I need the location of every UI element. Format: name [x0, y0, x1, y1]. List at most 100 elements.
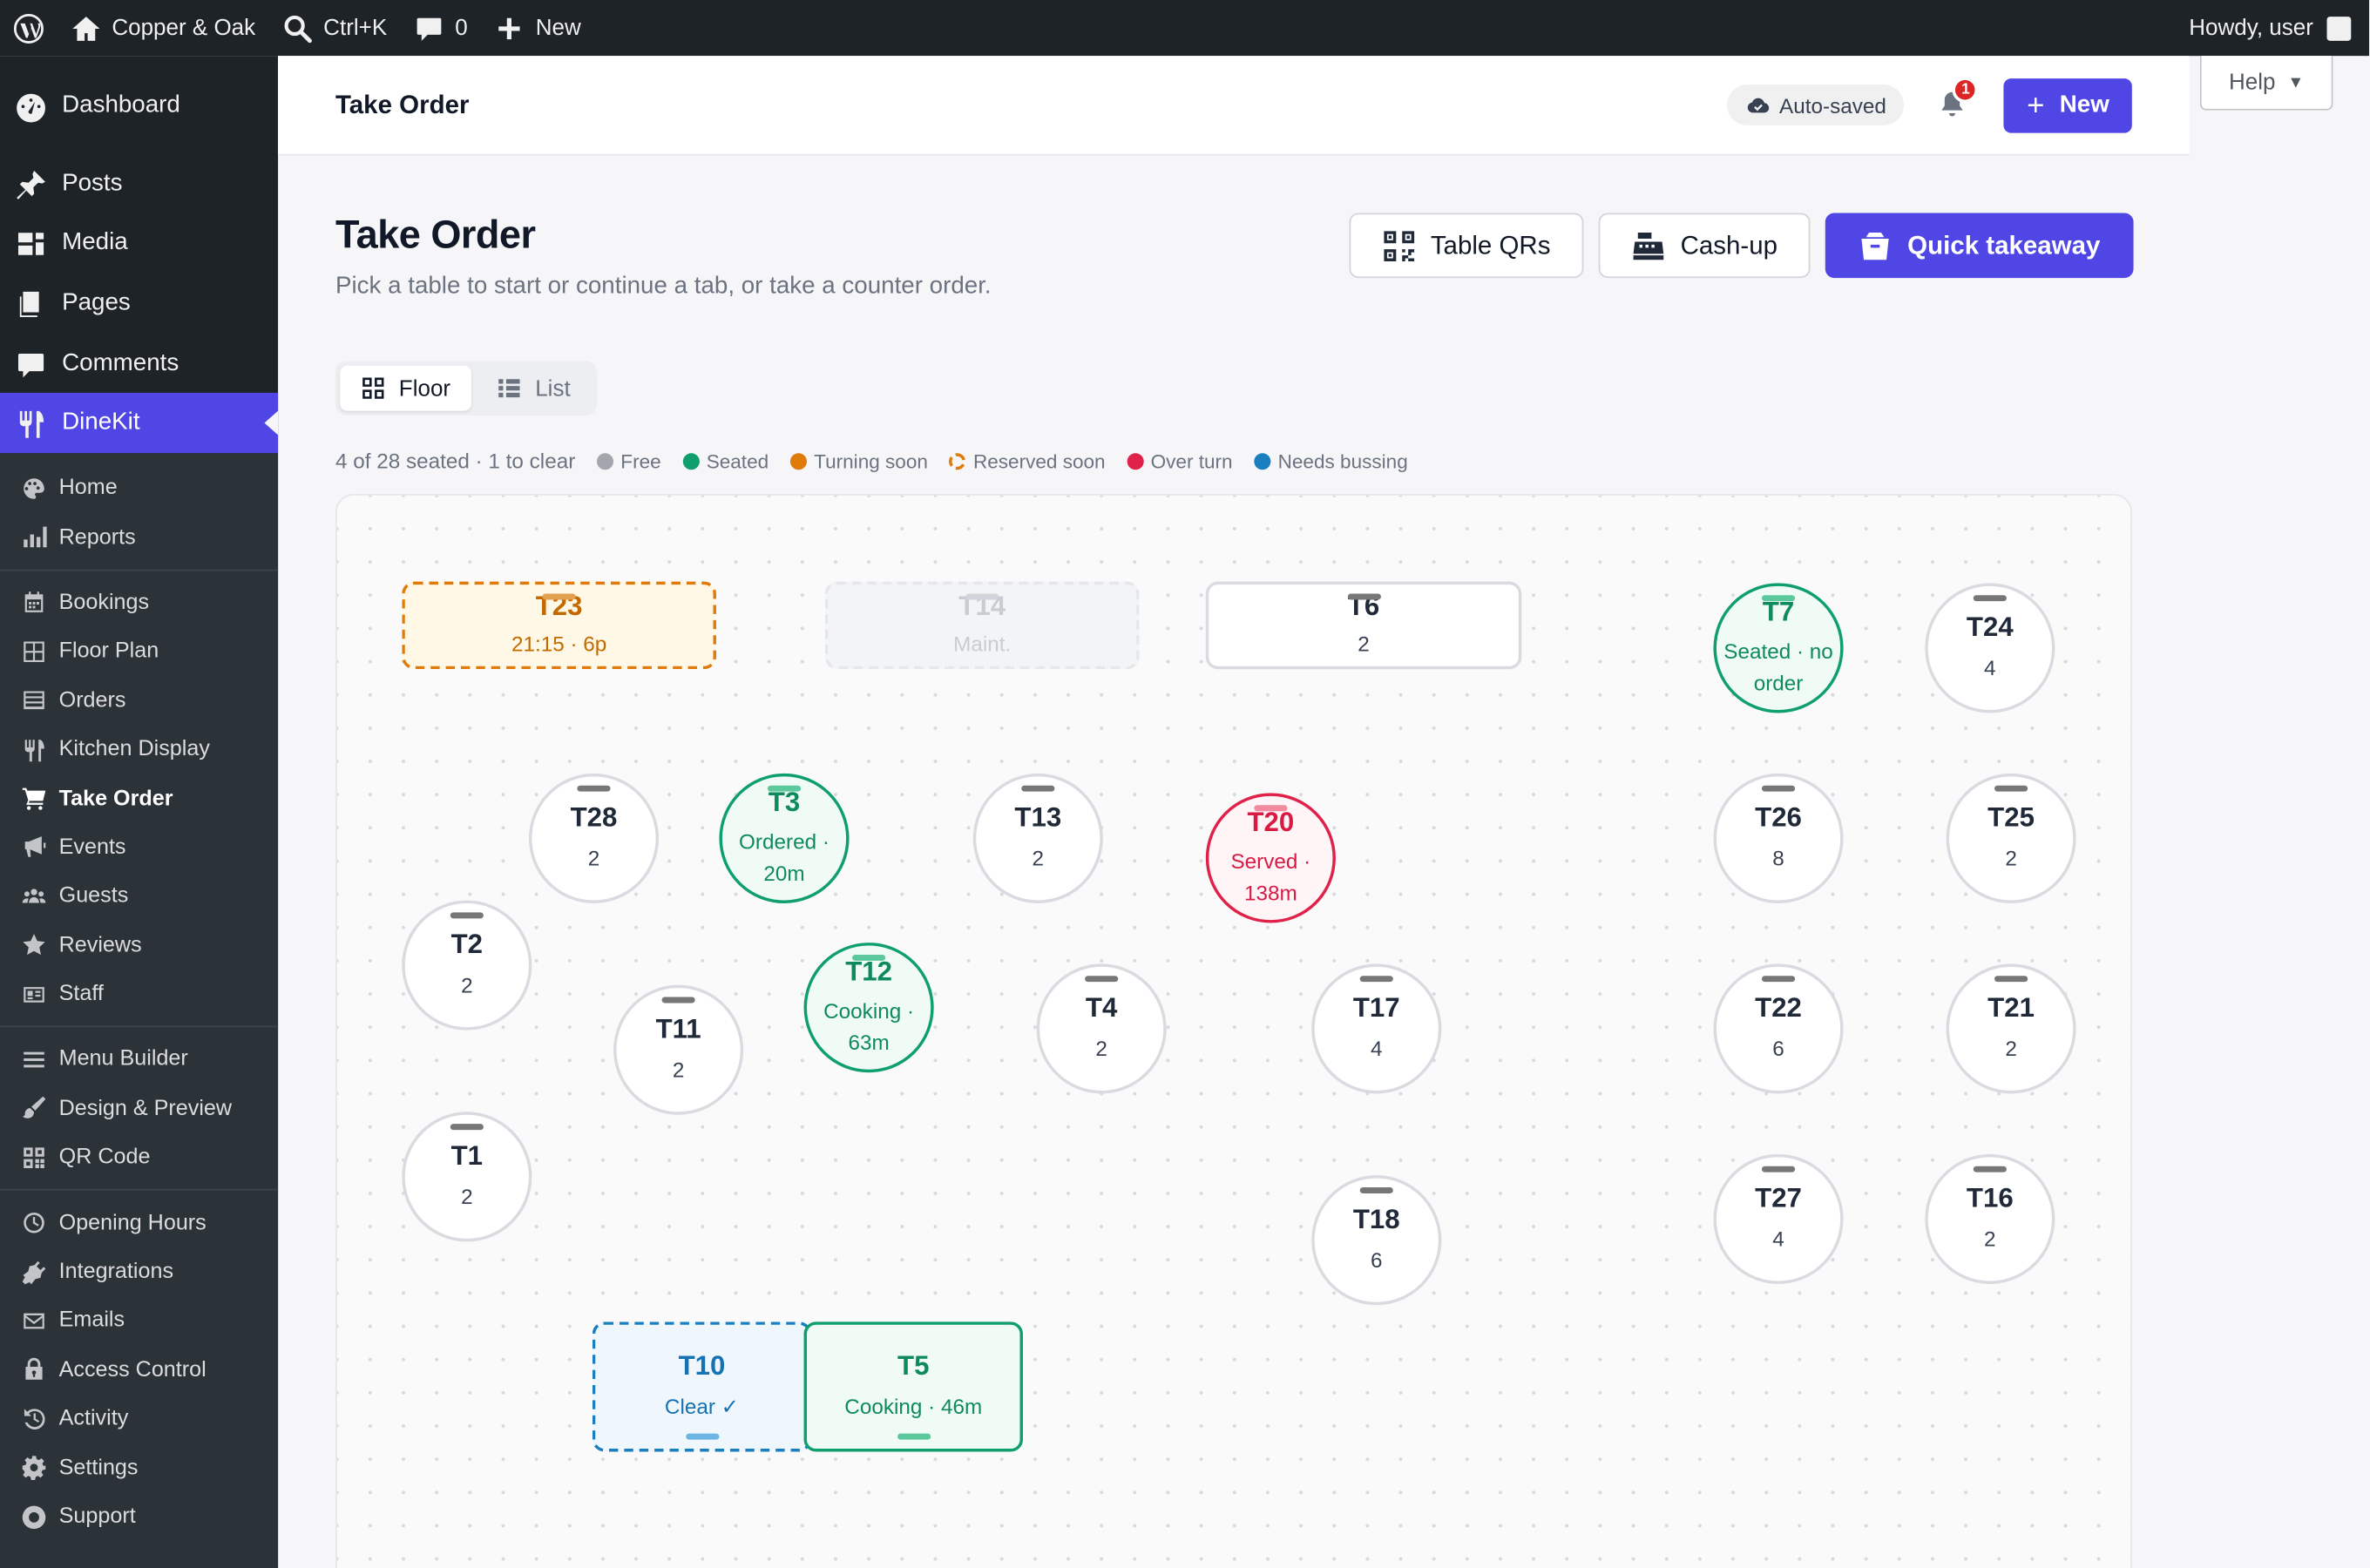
table-name: T1 — [450, 1139, 484, 1171]
table-t21[interactable]: T21 2 — [1946, 963, 2076, 1094]
submenu-item-label: Take Order — [58, 786, 173, 811]
table-t18[interactable]: T18 6 — [1311, 1175, 1442, 1306]
submenu-item-orders[interactable]: Orders — [0, 676, 278, 725]
submenu-item-qr-code[interactable]: QR Code — [0, 1133, 278, 1182]
table-t7[interactable]: T7 Seated · no order — [1713, 583, 1844, 713]
my-account[interactable]: Howdy, user — [2189, 15, 2369, 41]
search-shortcut[interactable]: Ctrl+K — [269, 0, 401, 56]
table-status-bar — [1761, 976, 1796, 983]
grid-icon — [24, 641, 44, 662]
table-t14[interactable]: T14 Maint. — [824, 581, 1140, 670]
table-t24[interactable]: T24 4 — [1925, 583, 2055, 713]
table-t17[interactable]: T17 4 — [1311, 963, 1442, 1094]
table-t16[interactable]: T16 2 — [1925, 1153, 2055, 1284]
table-status: 21:15 · 6p — [511, 632, 607, 657]
sidebar-item-posts[interactable]: Posts — [0, 154, 278, 214]
table-t28[interactable]: T28 2 — [528, 773, 660, 903]
status-legend: 4 of 28 seated · 1 to clear Free Seated Tu… — [335, 449, 1408, 473]
search-icon — [284, 14, 313, 43]
site-name-link[interactable]: Copper & Oak — [58, 0, 269, 56]
submenu-item-activity[interactable]: Activity — [0, 1395, 278, 1443]
quick-takeaway-button[interactable]: Quick takeaway — [1825, 213, 2134, 279]
table-status-bar — [1359, 1187, 1393, 1193]
table-status: Cooking · 63m — [823, 997, 915, 1055]
sidebar-item-pages[interactable]: Pages — [0, 274, 278, 334]
table-qrs-button[interactable]: Table QRs — [1349, 213, 1584, 279]
list-icon — [24, 691, 44, 710]
table-t1[interactable]: T1 2 — [402, 1112, 532, 1242]
table-t26[interactable]: T26 8 — [1713, 773, 1844, 903]
table-t10[interactable]: T10 Clear ✓ — [592, 1321, 812, 1452]
submenu-item-staff[interactable]: Staff — [0, 970, 278, 1018]
list-view-tab[interactable]: List — [477, 366, 592, 411]
utensils-icon — [24, 739, 44, 761]
table-t20[interactable]: T20 Served · 138m — [1205, 793, 1336, 923]
table-status-bar — [1359, 976, 1393, 983]
submenu-item-access-control[interactable]: Access Control — [0, 1345, 278, 1394]
sidebar-item-dinekit[interactable]: DineKit — [0, 392, 279, 454]
table-t25[interactable]: T25 2 — [1946, 773, 2076, 903]
submenu-item-label: Opening Hours — [58, 1211, 207, 1235]
submenu-item-floor-plan[interactable]: Floor Plan — [0, 627, 278, 676]
submenu-item-settings[interactable]: Settings — [0, 1443, 278, 1492]
new-content-label: New — [535, 15, 581, 41]
submenu-item-label: Design & Preview — [58, 1096, 233, 1121]
table-status-bar — [1994, 785, 2028, 792]
wordpress-logo[interactable] — [0, 0, 58, 56]
submenu-item-home[interactable]: Home — [0, 463, 278, 512]
table-status-bar — [852, 954, 886, 961]
new-content-link[interactable]: New — [481, 0, 594, 56]
comments-count: 0 — [455, 15, 468, 41]
dinekit-submenu: Home Reports Bookings Floor Plan Orders Kitch… — [0, 453, 279, 1568]
table-t23[interactable]: T23 21:15 · 6p — [402, 581, 716, 670]
table-t13[interactable]: T13 2 — [972, 773, 1103, 903]
submenu-item-bookings[interactable]: Bookings — [0, 578, 278, 627]
submenu-item-label: Access Control — [58, 1357, 207, 1382]
help-tab-button[interactable]: Help ▼ — [2199, 56, 2333, 111]
submenu-item-menu-builder[interactable]: Menu Builder — [0, 1035, 278, 1084]
table-status-bar — [450, 912, 484, 919]
submenu-divider — [0, 569, 279, 571]
submenu-item-design-preview[interactable]: Design & Preview — [0, 1085, 278, 1133]
sidebar-item-dashboard[interactable]: Dashboard — [0, 76, 278, 136]
submenu-item-support[interactable]: Support — [0, 1492, 278, 1541]
notifications-button[interactable]: 1 — [1938, 76, 1979, 121]
table-t22[interactable]: T22 6 — [1713, 963, 1844, 1094]
table-qrs-label: Table QRs — [1430, 230, 1551, 260]
table-t27[interactable]: T27 4 — [1713, 1153, 1844, 1284]
email-icon — [24, 1313, 44, 1329]
floor-view-tab[interactable]: Floor — [340, 365, 472, 411]
submenu-item-opening-hours[interactable]: Opening Hours — [0, 1199, 278, 1247]
submenu-item-integrations[interactable]: Integrations — [0, 1247, 278, 1296]
history-icon — [24, 1408, 45, 1429]
table-status: 4 — [1370, 1037, 1383, 1061]
table-status: 2 — [672, 1058, 685, 1083]
table-t11[interactable]: T11 2 — [613, 984, 744, 1115]
palette-icon — [24, 477, 44, 499]
legend-label: Reserved soon — [972, 449, 1106, 472]
submenu-item-kitchen-display[interactable]: Kitchen Display — [0, 725, 278, 774]
cash-up-button[interactable]: Cash-up — [1598, 213, 1811, 279]
submenu-item-reviews[interactable]: Reviews — [0, 921, 278, 970]
table-status-bar — [1254, 805, 1288, 812]
submenu-item-label: Floor Plan — [58, 639, 159, 664]
submenu-item-guests[interactable]: Guests — [0, 872, 278, 921]
sidebar-item-media[interactable]: Media — [0, 213, 278, 274]
table-t5[interactable]: T5 Cooking · 46m — [803, 1321, 1023, 1452]
table-status: Served · 138m — [1230, 848, 1311, 905]
cart-icon — [22, 787, 46, 810]
header-new-button[interactable]: + New — [2004, 78, 2132, 132]
submenu-item-reports[interactable]: Reports — [0, 513, 278, 562]
comments-link[interactable]: 0 — [401, 0, 482, 56]
table-t12[interactable]: T12 Cooking · 63m — [803, 943, 934, 1073]
submenu-item-events[interactable]: Events — [0, 823, 278, 872]
submenu-item-emails[interactable]: Emails — [0, 1296, 278, 1345]
sidebar-item-comments[interactable]: Comments — [0, 334, 278, 394]
cloud-check-icon — [1747, 98, 1769, 113]
legend-label: Seated — [706, 449, 769, 472]
submenu-item-take-order[interactable]: Take Order — [0, 774, 278, 822]
table-t4[interactable]: T4 2 — [1036, 963, 1167, 1094]
table-t3[interactable]: T3 Ordered · 20m — [719, 773, 850, 903]
table-t6[interactable]: T6 2 — [1205, 581, 1522, 670]
table-t2[interactable]: T2 2 — [402, 900, 532, 1031]
